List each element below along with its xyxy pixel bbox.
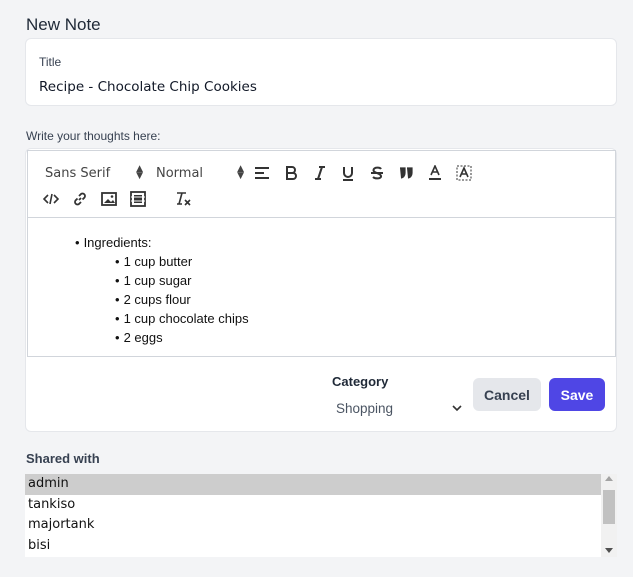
select-arrows-icon: ▲ ▼ xyxy=(237,164,244,181)
underline-icon[interactable] xyxy=(337,163,359,183)
link-icon[interactable] xyxy=(69,189,91,209)
background-color-icon[interactable] xyxy=(453,163,475,183)
editor-toolbar: Sans Serif ▲ ▼ Normal ▲ ▼ xyxy=(27,150,616,218)
editor-label: Write your thoughts here: xyxy=(26,129,161,143)
category-select[interactable]: Shopping xyxy=(331,396,466,420)
save-button[interactable]: Save xyxy=(549,378,605,411)
title-input[interactable] xyxy=(35,75,605,98)
font-family-value: Sans Serif xyxy=(45,165,111,181)
listbox-scrollbar[interactable] xyxy=(601,474,617,557)
list-item: 1 cup butter xyxy=(115,252,249,271)
ingredients-list: Ingredients: 1 cup butter 1 cup sugar 2 … xyxy=(75,233,249,347)
category-value: Shopping xyxy=(336,400,394,416)
blockquote-icon[interactable] xyxy=(395,163,417,183)
bold-icon[interactable] xyxy=(280,163,302,183)
page-title: New Note xyxy=(26,15,101,34)
scroll-up-icon[interactable] xyxy=(605,476,613,481)
category-label: Category xyxy=(332,374,389,389)
title-label: Title xyxy=(39,55,62,69)
list-item: 1 cup chocolate chips xyxy=(115,309,249,328)
cancel-button[interactable]: Cancel xyxy=(473,378,541,411)
strike-icon[interactable] xyxy=(366,163,388,183)
editor-content[interactable]: Ingredients: 1 cup butter 1 cup sugar 2 … xyxy=(27,218,616,357)
code-block-icon[interactable] xyxy=(40,189,62,209)
list-item: 1 cup sugar xyxy=(115,271,249,290)
shared-user-option[interactable]: tankiso xyxy=(25,495,601,516)
shared-with-listbox[interactable]: admin tankiso majortank bisi xyxy=(25,474,617,557)
title-card: Title xyxy=(25,38,617,106)
list-item: Ingredients: 1 cup butter 1 cup sugar 2 … xyxy=(75,233,249,347)
shared-user-option[interactable]: admin xyxy=(25,474,601,495)
clear-format-icon[interactable] xyxy=(172,189,194,209)
italic-icon[interactable] xyxy=(309,163,331,183)
scroll-thumb[interactable] xyxy=(603,490,615,524)
align-icon[interactable] xyxy=(251,163,273,183)
font-size-value: Normal xyxy=(156,165,204,181)
font-size-select[interactable]: Normal ▲ ▼ xyxy=(156,163,244,183)
font-family-select[interactable]: Sans Serif ▲ ▼ xyxy=(45,163,143,183)
chevron-down-icon xyxy=(452,405,462,412)
shared-user-option[interactable]: majortank xyxy=(25,515,601,536)
select-arrows-icon: ▲ ▼ xyxy=(136,164,143,181)
shared-user-option[interactable]: bisi xyxy=(25,536,601,557)
list-item: 2 cups flour xyxy=(115,290,249,309)
video-icon[interactable] xyxy=(127,189,149,209)
scroll-down-icon[interactable] xyxy=(605,548,613,553)
font-color-icon[interactable] xyxy=(424,163,446,183)
image-icon[interactable] xyxy=(98,189,120,209)
shared-with-label: Shared with xyxy=(26,451,100,466)
editor-card: Sans Serif ▲ ▼ Normal ▲ ▼ • Ingredients:… xyxy=(25,148,617,432)
list-item: 2 eggs xyxy=(115,328,249,347)
